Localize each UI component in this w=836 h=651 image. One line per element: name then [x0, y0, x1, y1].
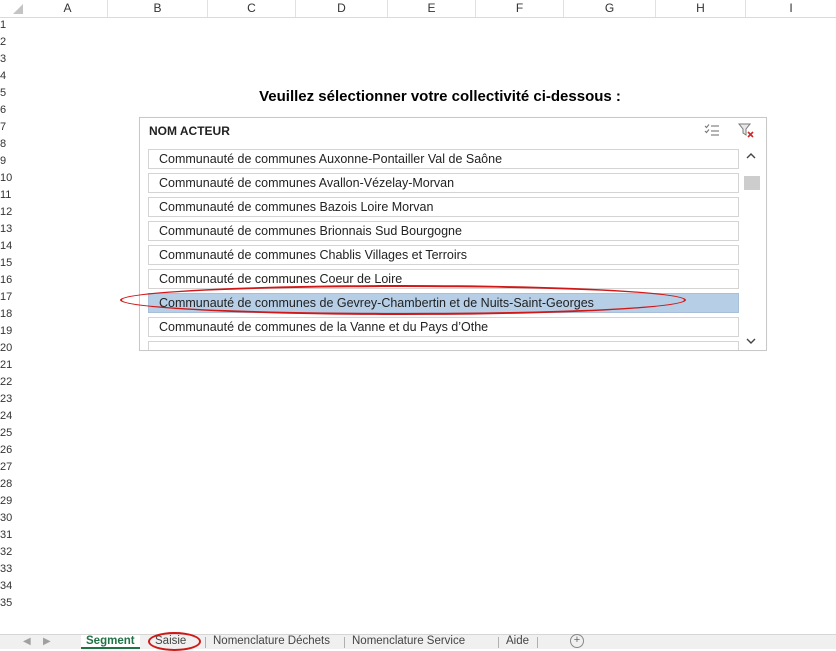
- column-header-i[interactable]: I: [746, 0, 836, 17]
- sheet-tab-segment[interactable]: Segment: [81, 635, 140, 649]
- tab-separator: [537, 637, 538, 648]
- row-header[interactable]: 17: [0, 289, 28, 306]
- annotation-circle-saisie-tab: [148, 632, 201, 651]
- row-header[interactable]: 10: [0, 170, 28, 187]
- sheet-tab-nomenclature-dechets[interactable]: Nomenclature Déchets: [213, 635, 330, 649]
- slicer-item[interactable]: Communauté de communes de la Vanne et du…: [148, 317, 739, 337]
- row-header[interactable]: 14: [0, 238, 28, 255]
- select-all-icon: [13, 4, 23, 14]
- row-header[interactable]: 12: [0, 204, 28, 221]
- row-header[interactable]: 13: [0, 221, 28, 238]
- slicer-item[interactable]: Communauté de communes Brionnais Sud Bou…: [148, 221, 739, 241]
- column-header-g[interactable]: G: [564, 0, 656, 17]
- slicer-item[interactable]: Communauté de communes Auxonne-Pontaille…: [148, 149, 739, 169]
- row-header[interactable]: 5: [0, 85, 28, 102]
- next-sheet-arrow-icon[interactable]: ▶: [43, 636, 51, 648]
- row-header[interactable]: 4: [0, 68, 28, 85]
- column-header-a[interactable]: A: [28, 0, 108, 17]
- column-header-bar: A B C D E F G H I: [0, 0, 836, 18]
- row-header[interactable]: 9: [0, 153, 28, 170]
- slicer-item[interactable]: Communauté de communes Bazois Loire Morv…: [148, 197, 739, 217]
- row-header[interactable]: 11: [0, 187, 28, 204]
- slicer-item[interactable]: Communauté de communes Avallon-Vézelay-M…: [148, 173, 739, 193]
- slicer-header: NOM ACTEUR: [149, 124, 230, 138]
- row-header[interactable]: 28: [0, 476, 28, 493]
- column-header-h[interactable]: H: [656, 0, 746, 17]
- sheet-tab-bar: ◀ ▶ Segment Saisie Nomenclature Déchets …: [0, 634, 836, 649]
- column-header-d[interactable]: D: [296, 0, 388, 17]
- column-header-e[interactable]: E: [388, 0, 476, 17]
- row-header[interactable]: 18: [0, 306, 28, 323]
- row-header[interactable]: 21: [0, 357, 28, 374]
- row-header[interactable]: 22: [0, 374, 28, 391]
- clear-filter-icon[interactable]: [737, 123, 754, 143]
- slicer-panel: NOM ACTEUR Communauté de communes Auxonn…: [139, 117, 767, 351]
- row-header[interactable]: 27: [0, 459, 28, 476]
- row-header[interactable]: 34: [0, 578, 28, 595]
- row-header[interactable]: 35: [0, 595, 28, 612]
- tab-separator: [344, 637, 345, 648]
- slicer-item[interactable]: Communauté de communes Chablis Villages …: [148, 245, 739, 265]
- row-header[interactable]: 32: [0, 544, 28, 561]
- slicer-scrollbar[interactable]: [741, 143, 761, 348]
- row-header[interactable]: 23: [0, 391, 28, 408]
- column-header-f[interactable]: F: [476, 0, 564, 17]
- sheet-tab-nomenclature-service[interactable]: Nomenclature Service: [352, 635, 465, 649]
- row-header[interactable]: 33: [0, 561, 28, 578]
- tab-separator: [498, 637, 499, 648]
- tab-separator: [205, 637, 206, 648]
- row-header[interactable]: 15: [0, 255, 28, 272]
- row-header[interactable]: 8: [0, 136, 28, 153]
- row-header[interactable]: 24: [0, 408, 28, 425]
- row-header[interactable]: 19: [0, 323, 28, 340]
- column-header-c[interactable]: C: [208, 0, 296, 17]
- row-header-column: 1 2 3 4 5 6 7 8 9 10 11 12 13 14 15 16 1…: [0, 17, 28, 633]
- annotation-circle-selected-item: [120, 285, 686, 315]
- scroll-down-arrow-icon[interactable]: [745, 332, 757, 350]
- previous-sheet-arrow-icon[interactable]: ◀: [23, 636, 31, 648]
- row-header[interactable]: 30: [0, 510, 28, 527]
- multi-select-icon[interactable]: [704, 123, 720, 142]
- row-header[interactable]: 1: [0, 17, 28, 34]
- scroll-thumb[interactable]: [744, 176, 760, 190]
- slicer-item-partial[interactable]: [148, 341, 739, 350]
- row-header[interactable]: 29: [0, 493, 28, 510]
- row-header[interactable]: 3: [0, 51, 28, 68]
- row-header[interactable]: 25: [0, 425, 28, 442]
- instruction-title: Veuillez sélectionner votre collectivité…: [259, 88, 621, 105]
- row-header[interactable]: 7: [0, 119, 28, 136]
- row-header[interactable]: 2: [0, 34, 28, 51]
- column-header-b[interactable]: B: [108, 0, 208, 17]
- row-header[interactable]: 31: [0, 527, 28, 544]
- scroll-up-arrow-icon[interactable]: [745, 147, 757, 165]
- sheet-tab-aide[interactable]: Aide: [506, 635, 529, 649]
- row-header[interactable]: 16: [0, 272, 28, 289]
- select-all-corner[interactable]: [0, 0, 28, 17]
- row-header[interactable]: 26: [0, 442, 28, 459]
- row-header[interactable]: 6: [0, 102, 28, 119]
- row-header[interactable]: 20: [0, 340, 28, 357]
- add-sheet-icon[interactable]: +: [570, 634, 584, 648]
